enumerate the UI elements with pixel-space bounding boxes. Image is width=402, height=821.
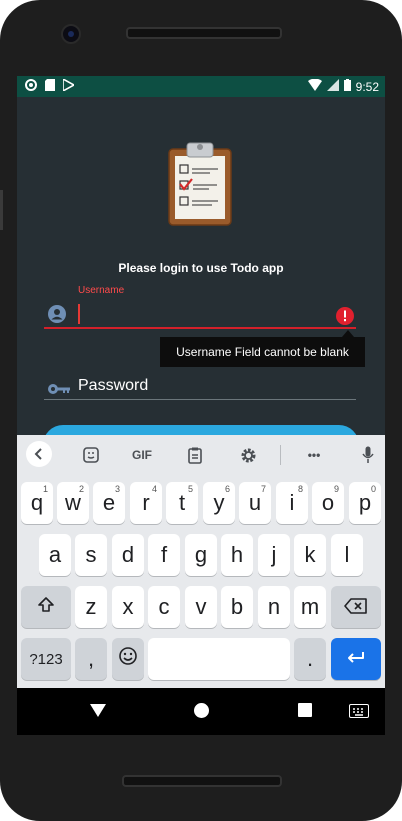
password-field[interactable]: Password	[78, 377, 148, 395]
key-a[interactable]: a	[39, 534, 71, 576]
key-hint: 0	[370, 484, 376, 494]
key-i[interactable]: 8i	[276, 482, 308, 524]
chevron-left-icon[interactable]	[26, 441, 52, 467]
period-key[interactable]: .	[294, 638, 326, 680]
key-o[interactable]: 9o	[312, 482, 344, 524]
status-bar: 9:52	[17, 76, 385, 97]
shift-icon	[37, 594, 55, 620]
side-button	[0, 190, 3, 230]
key-n[interactable]: n	[258, 586, 290, 628]
tooltip-arrow	[342, 330, 354, 337]
backspace-key[interactable]	[331, 586, 381, 628]
key-label: o	[321, 490, 335, 515]
key-e[interactable]: 3e	[93, 482, 125, 524]
key-p[interactable]: 0p	[349, 482, 381, 524]
key-g[interactable]: g	[185, 534, 217, 576]
key-u[interactable]: 7u	[239, 482, 271, 524]
key-h[interactable]: h	[221, 534, 253, 576]
key-t[interactable]: 5t	[166, 482, 198, 524]
gif-button[interactable]: GIF	[127, 443, 157, 467]
key-hint: 8	[297, 484, 303, 494]
password-underline	[44, 399, 356, 400]
key-label: t	[178, 490, 186, 515]
key-hint: 5	[187, 484, 193, 494]
key-b[interactable]: b	[221, 586, 253, 628]
enter-icon	[346, 646, 366, 672]
key-hint: 6	[224, 484, 230, 494]
emoji-key[interactable]	[112, 638, 144, 680]
key-d[interactable]: d	[112, 534, 144, 576]
soft-keyboard: GIF ••• 1q 2w 3e 4r 5t 6y 7u 8i 9 o 0 p …	[17, 435, 385, 688]
key-hint: 1	[42, 484, 48, 494]
key-r[interactable]: 4r	[130, 482, 162, 524]
key-v[interactable]: v	[185, 586, 217, 628]
key-label: r	[142, 490, 150, 515]
username-underline	[44, 327, 356, 329]
microphone-icon[interactable]	[357, 443, 379, 467]
key-z[interactable]: z	[75, 586, 107, 628]
enter-key[interactable]	[331, 638, 381, 680]
clipboard-icon[interactable]	[183, 443, 207, 467]
key-label: e	[102, 490, 116, 515]
clock: 9:52	[355, 79, 379, 94]
key-w[interactable]: 2w	[57, 482, 89, 524]
signal-icon	[326, 79, 339, 94]
key-label: p	[358, 490, 372, 515]
navigation-bar	[17, 688, 385, 735]
wifi-icon	[307, 78, 322, 94]
key-icon	[48, 382, 70, 394]
key-hint: 2	[78, 484, 84, 494]
sd-card-icon	[45, 79, 55, 94]
clipboard-checklist-icon	[167, 139, 233, 227]
key-label: y	[213, 490, 225, 515]
toolbar-divider	[280, 445, 281, 465]
play-store-icon	[62, 77, 76, 94]
key-label: q	[30, 490, 44, 515]
front-camera	[61, 24, 81, 44]
error-icon	[335, 306, 355, 326]
sync-icon	[25, 79, 37, 94]
key-s[interactable]: s	[75, 534, 107, 576]
earpiece-speaker	[126, 27, 282, 39]
key-label: u	[248, 490, 262, 515]
bottom-speaker	[122, 775, 282, 787]
keyboard-switch-icon[interactable]	[349, 704, 369, 718]
key-label: i	[289, 490, 295, 515]
key-y[interactable]: 6y	[203, 482, 235, 524]
recents-nav-icon[interactable]	[298, 703, 312, 717]
keyboard-toolbar: GIF •••	[17, 435, 385, 475]
comma-key[interactable]: ,	[75, 638, 107, 680]
symbols-key[interactable]: ?123	[21, 638, 71, 680]
key-hint: 9	[333, 484, 339, 494]
phone-frame: 9:52 Please login to use Todo app Userna…	[0, 0, 402, 821]
space-bar[interactable]	[148, 638, 290, 680]
login-screen: Please login to use Todo app Username Us…	[17, 97, 385, 465]
key-hint: 4	[151, 484, 157, 494]
key-m[interactable]: m	[294, 586, 326, 628]
key-hint: 7	[260, 484, 266, 494]
device-screen: 9:52 Please login to use Todo app Userna…	[17, 76, 385, 735]
user-icon	[48, 305, 66, 323]
key-x[interactable]: x	[112, 586, 144, 628]
key-hint: 3	[114, 484, 120, 494]
gear-icon[interactable]	[236, 443, 260, 467]
back-nav-icon[interactable]	[90, 704, 106, 717]
home-nav-icon[interactable]	[194, 703, 209, 718]
key-l[interactable]: l	[331, 534, 363, 576]
key-k[interactable]: k	[294, 534, 326, 576]
login-prompt: Please login to use Todo app	[118, 261, 284, 275]
key-f[interactable]: f	[148, 534, 180, 576]
key-q[interactable]: 1q	[21, 482, 53, 524]
username-input[interactable]	[78, 304, 80, 324]
username-error-tooltip: Username Field cannot be blank	[160, 337, 365, 367]
battery-icon	[343, 79, 351, 94]
sticker-icon[interactable]	[79, 443, 103, 467]
backspace-icon	[344, 594, 368, 620]
emoji-icon	[118, 646, 138, 672]
shift-key[interactable]	[21, 586, 71, 628]
more-options-button[interactable]: •••	[301, 443, 327, 467]
key-c[interactable]: c	[148, 586, 180, 628]
key-j[interactable]: j	[258, 534, 290, 576]
username-label: Username	[78, 285, 125, 296]
